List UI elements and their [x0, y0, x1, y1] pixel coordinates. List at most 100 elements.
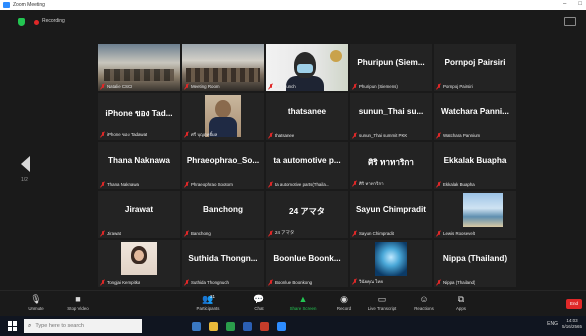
participant-tile[interactable]: Meeting Room — [182, 44, 264, 91]
participant-name-label: Sayun Chimpradit — [352, 231, 394, 236]
mic-muted-icon — [268, 182, 273, 187]
apps-button[interactable]: ⧉ Apps — [441, 293, 481, 315]
reactions-button[interactable]: ☺ Reactions — [404, 293, 444, 315]
recording-dot-icon — [34, 20, 39, 25]
participant-name-label: Jack lunch — [268, 84, 296, 89]
participant-label-text: Suthida Thongnuch — [191, 280, 230, 285]
participant-display-name: Pornpoj Pairsiri — [444, 58, 506, 67]
windows-start-icon[interactable] — [8, 321, 18, 331]
participant-name-label: thatsanee — [268, 133, 294, 138]
participant-label-text: ta automotive parts(Thaila... — [275, 182, 330, 187]
unmute-button[interactable]: 🎙 Unmute — [16, 293, 56, 315]
participant-tile[interactable]: ศิริ ทาทาริกา ศิริ ทาทาริกา — [350, 142, 432, 189]
participant-tile[interactable]: Suthida Thongn... Suthida Thongnuch — [182, 240, 264, 287]
language-indicator[interactable]: ENG — [547, 321, 558, 327]
participant-tile[interactable]: ศรี บุญฤทธิ์ผล — [182, 93, 264, 140]
clock[interactable]: 14:03 5/16/2565 — [562, 318, 582, 330]
participant-tile[interactable]: Jirawat Jirawat — [98, 191, 180, 238]
participant-tile[interactable]: Phuripun (Siem... Phuripun (Siemens) — [350, 44, 432, 91]
window-controls: – □ — [563, 1, 582, 7]
participant-tile[interactable]: Ekkalak Buapha Ekkalak Buapha — [434, 142, 516, 189]
mic-muted-icon — [100, 231, 105, 236]
participant-label-text: Lewis Roosevelt — [443, 231, 475, 236]
participant-tile[interactable]: iPhone ของ Tad... iPhone ของ Tadawat — [98, 93, 180, 140]
participant-label-text: Ekkalak Buapha — [443, 182, 475, 187]
security-shield-icon[interactable] — [18, 18, 25, 26]
apps-icon: ⧉ — [457, 294, 465, 304]
participant-display-name: Ekkalak Buapha — [443, 156, 507, 165]
participant-tile[interactable]: Nippa (Thailand) Nippa (Thailand) — [434, 240, 516, 287]
participant-tile[interactable]: Lewis Roosevelt — [434, 191, 516, 238]
participant-tile[interactable]: Boonlue Boonk... Boonlue Boonkong — [266, 240, 348, 287]
participant-label-text: iPhone ของ Tadawat — [107, 132, 148, 137]
file-explorer-icon[interactable] — [209, 321, 218, 331]
participant-tile[interactable]: Thana Naknawa Thana Naknawa — [98, 142, 180, 189]
participant-display-name: Thana Naknawa — [108, 156, 170, 165]
participant-avatar — [463, 193, 503, 227]
participant-display-name: Phraeophrao_So... — [186, 156, 260, 165]
participant-label-text: Natalie CSCI — [107, 84, 133, 89]
mic-muted-icon — [436, 280, 441, 285]
window-titlebar: Zoom Meeting – □ — [0, 0, 586, 10]
participant-tile[interactable]: Watchara Panni... Watchara Pannium — [434, 93, 516, 140]
maximize-button[interactable]: □ — [578, 1, 582, 7]
previous-page-arrow-icon[interactable] — [21, 156, 30, 172]
participant-gallery: Natalie CSCI Meeting Room Jack lunch Phurip… — [98, 44, 518, 290]
participant-display-name: thatsanee — [287, 107, 327, 116]
participant-tile[interactable]: sunun_Thai su... sunun_Thai summit PKK — [350, 93, 432, 140]
task-view-icon[interactable] — [192, 321, 201, 331]
participants-icon: 👥 — [202, 294, 214, 304]
record-button[interactable]: ◉ Record — [324, 293, 364, 315]
mic-muted-icon — [352, 181, 357, 186]
powerpoint-icon[interactable] — [260, 321, 269, 331]
mic-muted-icon — [100, 280, 105, 285]
participant-tile[interactable]: วินัยคุณ ไทย — [350, 240, 432, 287]
participants-button[interactable]: 👥 31 Participants — [188, 293, 228, 315]
word-icon[interactable] — [243, 321, 252, 331]
participant-name-label: sunun_Thai summit PKK — [352, 133, 407, 138]
minimize-button[interactable]: – — [563, 1, 566, 7]
participant-tile[interactable]: Phraeophrao_So... Phraeophrao Sootorn — [182, 142, 264, 189]
participant-tile[interactable]: Pornpoj Pairsiri Pornpoj Pairsiri — [434, 44, 516, 91]
share-screen-button[interactable]: ▲ Share Screen — [283, 293, 323, 315]
excel-icon[interactable] — [226, 321, 235, 331]
participant-name-label: Jirawat — [100, 231, 121, 236]
participant-name-label: ศิริ ทาทาริกา — [352, 180, 384, 187]
end-meeting-button[interactable]: End — [566, 299, 582, 309]
participant-tile[interactable]: ta automotive p... ta automotive parts(Th… — [266, 142, 348, 189]
zoom-taskbar-icon[interactable] — [277, 321, 286, 331]
taskbar-search-input[interactable] — [35, 323, 136, 329]
participant-name-label: Pornpoj Pairsiri — [436, 84, 473, 89]
participant-tile[interactable]: Jack lunch — [266, 44, 348, 91]
participant-name-label: Lewis Roosevelt — [436, 231, 475, 236]
participant-tile[interactable]: thatsanee thatsanee — [266, 93, 348, 140]
participant-tile[interactable]: Sayun Chimpradit Sayun Chimpradit — [350, 191, 432, 238]
meeting-top-strip: Recording — [0, 10, 586, 34]
participant-avatar — [375, 242, 407, 276]
participant-label-text: Thana Naknawa — [107, 182, 139, 187]
view-toggle-button[interactable] — [564, 17, 576, 26]
mic-muted-icon — [268, 84, 273, 89]
participant-name-label: ศรี บุญฤทธิ์ผล — [184, 131, 217, 138]
participant-name-label: Banchong — [184, 231, 211, 236]
participant-display-name: ta automotive p... — [273, 156, 341, 165]
participant-display-name: ศิริ ทาทาริกา — [368, 158, 414, 167]
mic-muted-icon — [100, 132, 105, 137]
live-transcript-button[interactable]: ▭ Live Transcript — [362, 293, 402, 315]
participant-display-name: 24 アマタ — [289, 207, 325, 216]
taskbar-search[interactable]: ⌕ — [24, 319, 142, 333]
participant-display-name: Banchong — [202, 205, 244, 214]
participant-tile[interactable]: Banchong Banchong — [182, 191, 264, 238]
stop-video-button[interactable]: ■ Stop Video — [58, 293, 98, 315]
participant-tile[interactable]: Tongjai Kempitka — [98, 240, 180, 287]
microphone-muted-icon: 🎙 — [30, 294, 42, 304]
participant-label-text: Tongjai Kempitka — [107, 280, 141, 285]
participant-tile[interactable]: 24 アマタ 24 アマタ — [266, 191, 348, 238]
mic-muted-icon — [100, 84, 105, 89]
recording-label: Recording — [42, 18, 65, 24]
participant-name-label: Watchara Pannium — [436, 133, 480, 138]
participant-name-label: Natalie CSCI — [100, 84, 132, 89]
mic-muted-icon — [184, 231, 189, 236]
chat-button[interactable]: 💬 Chat — [239, 293, 279, 315]
participant-tile[interactable]: Natalie CSCI — [98, 44, 180, 91]
